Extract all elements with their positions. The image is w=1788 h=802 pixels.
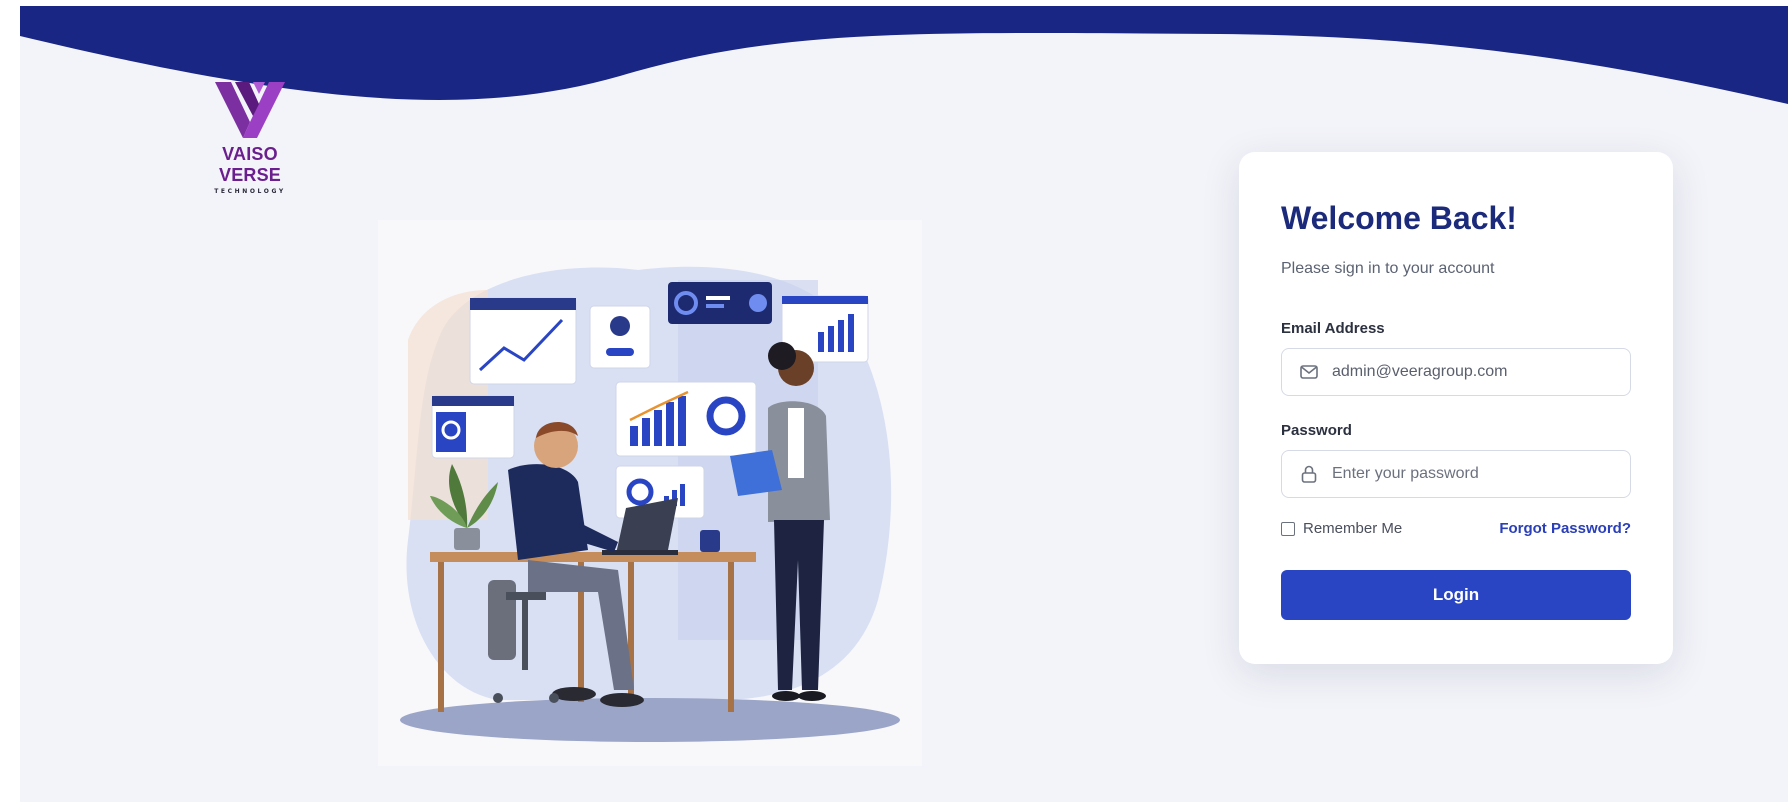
mail-icon xyxy=(1298,361,1320,383)
password-field[interactable]: Enter your password xyxy=(1281,450,1631,498)
lock-icon xyxy=(1298,463,1320,485)
email-field[interactable]: admin@veeragroup.com xyxy=(1281,348,1631,396)
remember-checkbox[interactable] xyxy=(1281,521,1295,536)
vv-logo-icon xyxy=(215,82,285,138)
brand-tagline: TECHNOLOGY xyxy=(214,188,286,195)
illustration-art xyxy=(400,266,900,742)
page-title: Welcome Back! xyxy=(1281,200,1517,236)
login-button[interactable]: Login xyxy=(1281,570,1631,620)
password-label: Password xyxy=(1281,422,1352,439)
login-page: VAISO VERSE TECHNOLOGY Welcome Back! Ple… xyxy=(20,6,1788,802)
forgot-password-link[interactable]: Forgot Password? xyxy=(1499,520,1631,537)
brand-name: VAISO VERSE xyxy=(218,144,282,185)
remember-label: Remember Me xyxy=(1303,520,1403,537)
password-placeholder: Enter your password xyxy=(1332,465,1479,482)
brand-logo: VAISO VERSE TECHNOLOGY xyxy=(190,80,310,195)
remember-me[interactable]: Remember Me xyxy=(1281,520,1402,537)
page-subtitle: Please sign in to your account xyxy=(1281,260,1495,277)
email-label: Email Address xyxy=(1281,320,1385,337)
login-card: Welcome Back! Please sign in to your acc… xyxy=(1239,152,1673,664)
office-workers-illustration xyxy=(378,220,922,766)
email-value: admin@veeragroup.com xyxy=(1332,363,1508,380)
